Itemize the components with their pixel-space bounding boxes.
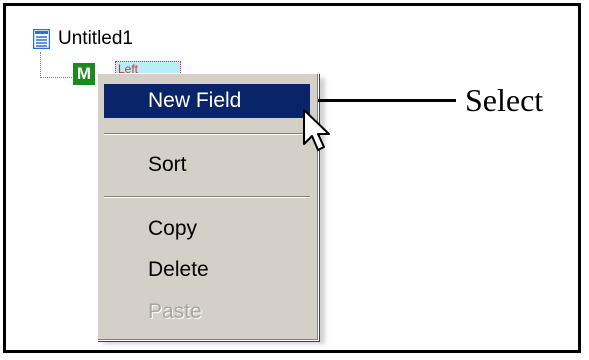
tree-root-node[interactable]: Untitled1 — [33, 27, 133, 51]
mouse-cursor-icon — [302, 108, 332, 160]
tree-connector-vertical — [40, 52, 41, 78]
menu-item-delete[interactable]: Delete — [104, 253, 310, 287]
menu-item-copy[interactable]: Copy — [104, 212, 310, 246]
callout-line — [318, 99, 456, 102]
document-icon — [33, 29, 50, 49]
menu-item-new-field[interactable]: New Field — [104, 84, 310, 118]
menu-item-sort[interactable]: Sort — [104, 148, 310, 182]
callout-label: Select — [465, 82, 544, 118]
context-menu: New Field Sort Copy Delete Paste — [97, 73, 319, 341]
menu-separator — [104, 133, 310, 135]
tree-connector-horizontal — [40, 77, 72, 78]
tree-root-label: Untitled1 — [58, 28, 133, 49]
menu-separator — [104, 196, 310, 198]
m-node-icon: M — [73, 63, 95, 85]
menu-item-paste: Paste — [148, 300, 202, 323]
